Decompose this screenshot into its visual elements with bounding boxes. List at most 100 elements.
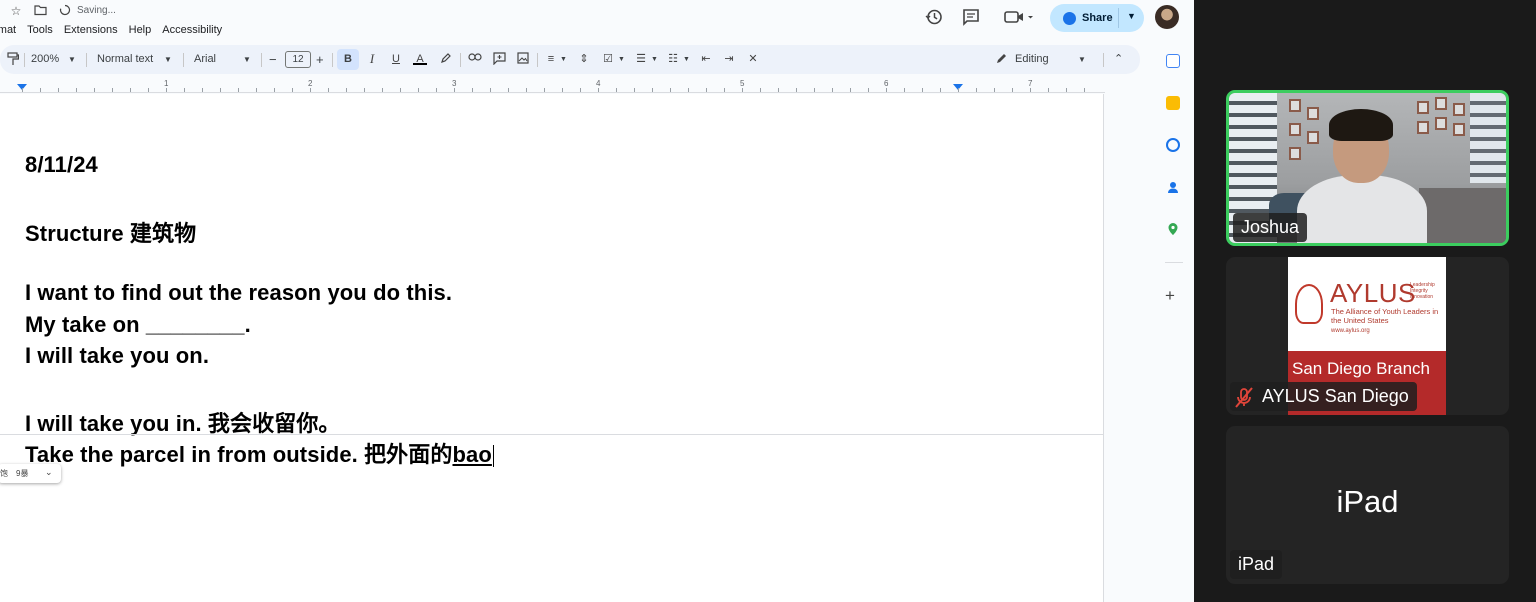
- globe-icon: [1063, 11, 1076, 25]
- ruler-tick: [166, 88, 167, 92]
- lightbulb-icon: [1295, 284, 1323, 324]
- ruler-tick: [670, 88, 671, 92]
- insert-link-icon[interactable]: [468, 52, 482, 66]
- doc-line-2[interactable]: My take on ________.: [25, 312, 251, 338]
- share-dropdown-icon[interactable]: ▼: [1127, 11, 1136, 21]
- italic-button[interactable]: I: [365, 52, 379, 66]
- ruler-tick: [580, 88, 581, 92]
- doc-structure-line[interactable]: Structure 建筑物: [25, 216, 196, 248]
- contacts-icon[interactable]: [1166, 180, 1180, 194]
- keep-icon[interactable]: [1166, 96, 1180, 110]
- decrease-font-size-icon[interactable]: −: [269, 45, 277, 74]
- mode-dropdown-icon[interactable]: ▼: [1078, 45, 1086, 74]
- text-color-button[interactable]: A: [413, 52, 427, 65]
- version-history-icon[interactable]: [924, 8, 944, 28]
- menu-tools[interactable]: Tools: [27, 22, 53, 38]
- style-dropdown-icon[interactable]: ▼: [164, 45, 172, 74]
- document-page[interactable]: 8/11/24 Structure 建筑物 I want to find out…: [0, 94, 1104, 602]
- move-folder-icon[interactable]: [33, 4, 47, 18]
- ruler-tick: [22, 88, 23, 92]
- user-avatar[interactable]: [1155, 5, 1179, 29]
- ruler-tick: [1012, 88, 1013, 92]
- maps-icon[interactable]: [1166, 222, 1180, 236]
- ruler-tick: [220, 88, 221, 92]
- ruler-tick: [238, 88, 239, 92]
- bulleted-list-icon[interactable]: ☰: [634, 52, 648, 66]
- ruler-tick: [1066, 88, 1067, 92]
- doc-line-1[interactable]: I want to find out the reason you do thi…: [25, 280, 452, 306]
- chevron-down-icon[interactable]: ⌄: [45, 467, 53, 478]
- bullet-dropdown-icon[interactable]: ▼: [651, 45, 658, 74]
- saving-status: Saving...: [77, 5, 116, 16]
- menu-bar: ormat Tools Extensions Help Accessibilit…: [0, 22, 222, 38]
- align-dropdown-icon[interactable]: ▼: [560, 45, 567, 74]
- font-select[interactable]: Arial: [194, 45, 216, 74]
- doc-line-3[interactable]: I will take you on.: [25, 343, 209, 369]
- calendar-icon[interactable]: [1166, 54, 1180, 68]
- ime-candidate-2[interactable]: 9暴: [16, 468, 28, 479]
- tasks-icon[interactable]: [1166, 138, 1180, 152]
- align-icon[interactable]: ≡: [544, 52, 558, 66]
- ruler-tick: [796, 88, 797, 92]
- editing-mode-select[interactable]: Editing: [1015, 45, 1049, 74]
- zoom-select[interactable]: 200%: [31, 45, 59, 74]
- increase-font-size-icon[interactable]: +: [316, 45, 324, 74]
- star-icon[interactable]: ☆: [9, 4, 23, 18]
- numbered-dropdown-icon[interactable]: ▼: [683, 45, 690, 74]
- ruler-tick: [526, 88, 527, 92]
- line-spacing-icon[interactable]: ⇕: [577, 52, 591, 66]
- meet-video-icon[interactable]: [1002, 8, 1036, 28]
- font-size-input[interactable]: 12: [285, 51, 311, 68]
- google-docs-window: ☆ Saving... ormat Tools Extensions Help …: [0, 0, 1194, 602]
- participant-tile-aylus[interactable]: AYLUS Leadership Integrity Innovation Th…: [1226, 257, 1509, 415]
- ruler-tick: [148, 88, 149, 92]
- ruler-tick: [868, 88, 869, 92]
- ime-composition-text: bao: [452, 442, 492, 467]
- zoom-dropdown-icon[interactable]: ▼: [68, 45, 76, 74]
- increase-indent-icon[interactable]: ⇥: [722, 52, 736, 66]
- ruler-tick: [364, 88, 365, 92]
- doc-date[interactable]: 8/11/24: [25, 152, 98, 178]
- checklist-dropdown-icon[interactable]: ▼: [618, 45, 625, 74]
- docs-title-bar: ☆ Saving... ormat Tools Extensions Help …: [0, 0, 1194, 44]
- get-addons-plus-icon[interactable]: +: [1165, 286, 1175, 306]
- clear-formatting-icon[interactable]: ✕: [746, 52, 760, 66]
- menu-accessibility[interactable]: Accessibility: [162, 22, 222, 38]
- participant-tile-ipad[interactable]: iPad iPad: [1226, 426, 1509, 584]
- paragraph-style-select[interactable]: Normal text: [97, 45, 153, 74]
- share-button[interactable]: Share ▼: [1050, 4, 1144, 32]
- menu-format[interactable]: ormat: [0, 22, 16, 38]
- ruler-tick: [724, 88, 725, 92]
- insert-image-icon[interactable]: [516, 52, 530, 66]
- ime-candidate-1[interactable]: 饱: [0, 468, 8, 479]
- add-comment-icon[interactable]: [492, 52, 506, 66]
- hide-menus-chevron-icon[interactable]: ⌃: [1114, 45, 1123, 74]
- decrease-indent-icon[interactable]: ⇤: [699, 52, 713, 66]
- editing-pencil-icon[interactable]: [995, 52, 1009, 66]
- ruler-tick: [742, 88, 743, 92]
- highlight-pen-icon[interactable]: [439, 52, 453, 66]
- font-dropdown-icon[interactable]: ▼: [243, 45, 251, 74]
- ruler-tick: [760, 88, 761, 92]
- ime-candidate-popup[interactable]: 饱 9暴 ⌄: [0, 464, 61, 483]
- participant-name: Joshua: [1233, 213, 1308, 242]
- zoom-participant-panel: Joshua AYLUS Leadership Integrity Innova…: [1194, 0, 1536, 602]
- side-panel: +: [1155, 44, 1194, 602]
- paint-format-icon[interactable]: [6, 52, 20, 66]
- underline-button[interactable]: U: [389, 52, 403, 66]
- comments-icon[interactable]: [961, 8, 981, 28]
- numbered-list-icon[interactable]: ☷: [666, 52, 680, 66]
- doc-line-5[interactable]: Take the parcel in from outside. 把外面的bao: [25, 437, 494, 469]
- ruler-tick: [706, 88, 707, 92]
- menu-extensions[interactable]: Extensions: [64, 22, 118, 38]
- checklist-icon[interactable]: ☑: [601, 52, 615, 66]
- ruler-tick: [310, 88, 311, 92]
- ruler-tick: [976, 88, 977, 92]
- participant-placeholder-name: iPad: [1336, 484, 1399, 519]
- participant-tile-joshua[interactable]: Joshua: [1226, 90, 1509, 246]
- bold-button[interactable]: B: [337, 49, 359, 70]
- ruler[interactable]: 1 2 3 4 5 6 7: [0, 76, 1105, 93]
- participant-name: AYLUS San Diego: [1262, 386, 1409, 406]
- ruler-tick: [274, 88, 275, 92]
- menu-help[interactable]: Help: [129, 22, 152, 38]
